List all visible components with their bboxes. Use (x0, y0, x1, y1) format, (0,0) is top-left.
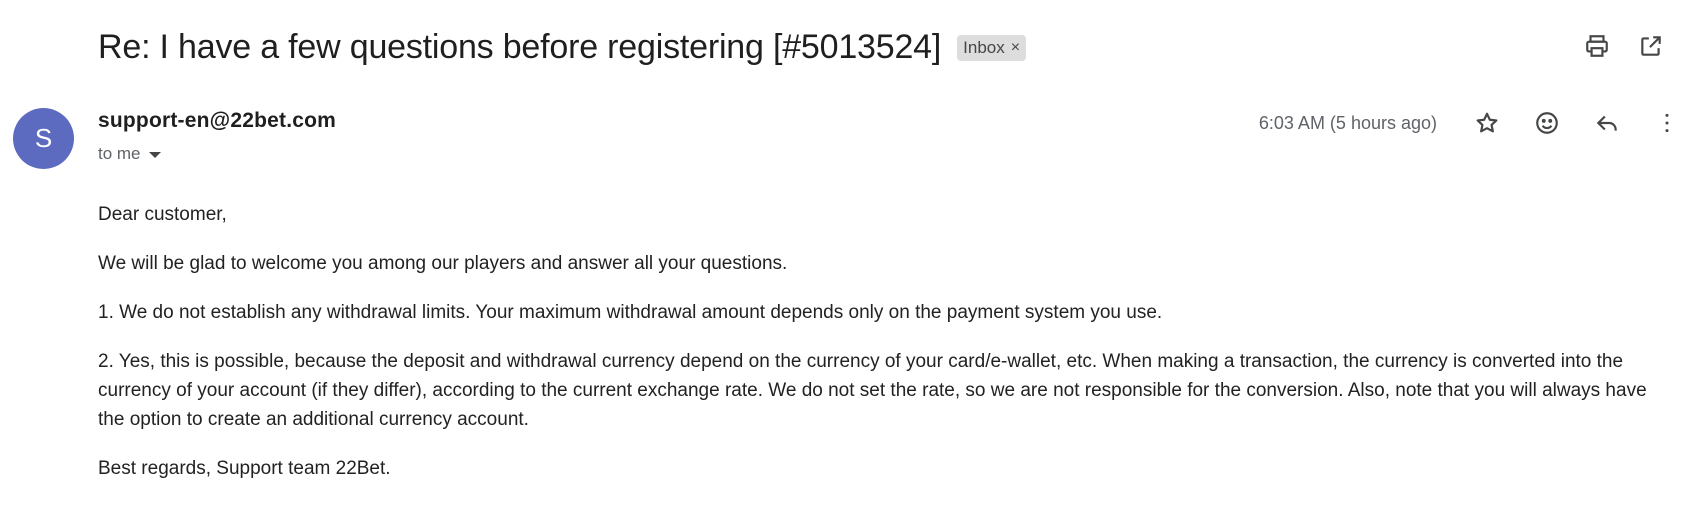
more-vert-icon (1665, 113, 1669, 133)
greeting: Dear customer, (98, 204, 227, 225)
recipient-text: to me (98, 144, 141, 163)
star-icon (1476, 112, 1498, 133)
email-subject: Re: I have a few questions before regist… (98, 27, 942, 66)
print-all-button[interactable] (1577, 26, 1617, 66)
open-in-new-window-button[interactable] (1631, 26, 1671, 66)
subject-row: Re: I have a few questions before regist… (98, 22, 1027, 72)
reply-icon (1596, 115, 1617, 131)
message-body: Dear customer, We will be glad to welcom… (98, 200, 1678, 503)
body-paragraph: 2. Yes, this is possible, because the de… (98, 351, 1647, 430)
body-paragraph: We will be glad to welcome you among our… (98, 253, 788, 274)
chevron-down-icon (148, 152, 161, 158)
sender-email[interactable]: support-en@22bet.com (98, 109, 336, 133)
sender-avatar[interactable]: S (13, 108, 74, 169)
reply-button[interactable] (1587, 103, 1627, 143)
thread-toolbar (1577, 26, 1671, 66)
emoji-reaction-icon (1536, 112, 1558, 134)
message-timestamp: 6:03 AM (5 hours ago) (1258, 113, 1437, 133)
more-options-button[interactable] (1647, 103, 1687, 143)
inbox-label-chip[interactable]: Inbox × (957, 35, 1027, 61)
recipient-details-toggle[interactable]: to me (98, 144, 161, 164)
add-reaction-button[interactable] (1527, 103, 1567, 143)
signature: Best regards, Support team 22Bet. (98, 458, 391, 479)
label-text: Inbox (963, 38, 1005, 57)
body-paragraph: 1. We do not establish any withdrawal li… (98, 302, 1163, 323)
message-actions (1467, 103, 1687, 143)
print-icon (1586, 35, 1608, 57)
remove-label-icon[interactable]: × (1011, 40, 1020, 56)
star-button[interactable] (1467, 103, 1507, 143)
open-in-new-window-icon (1641, 36, 1661, 56)
